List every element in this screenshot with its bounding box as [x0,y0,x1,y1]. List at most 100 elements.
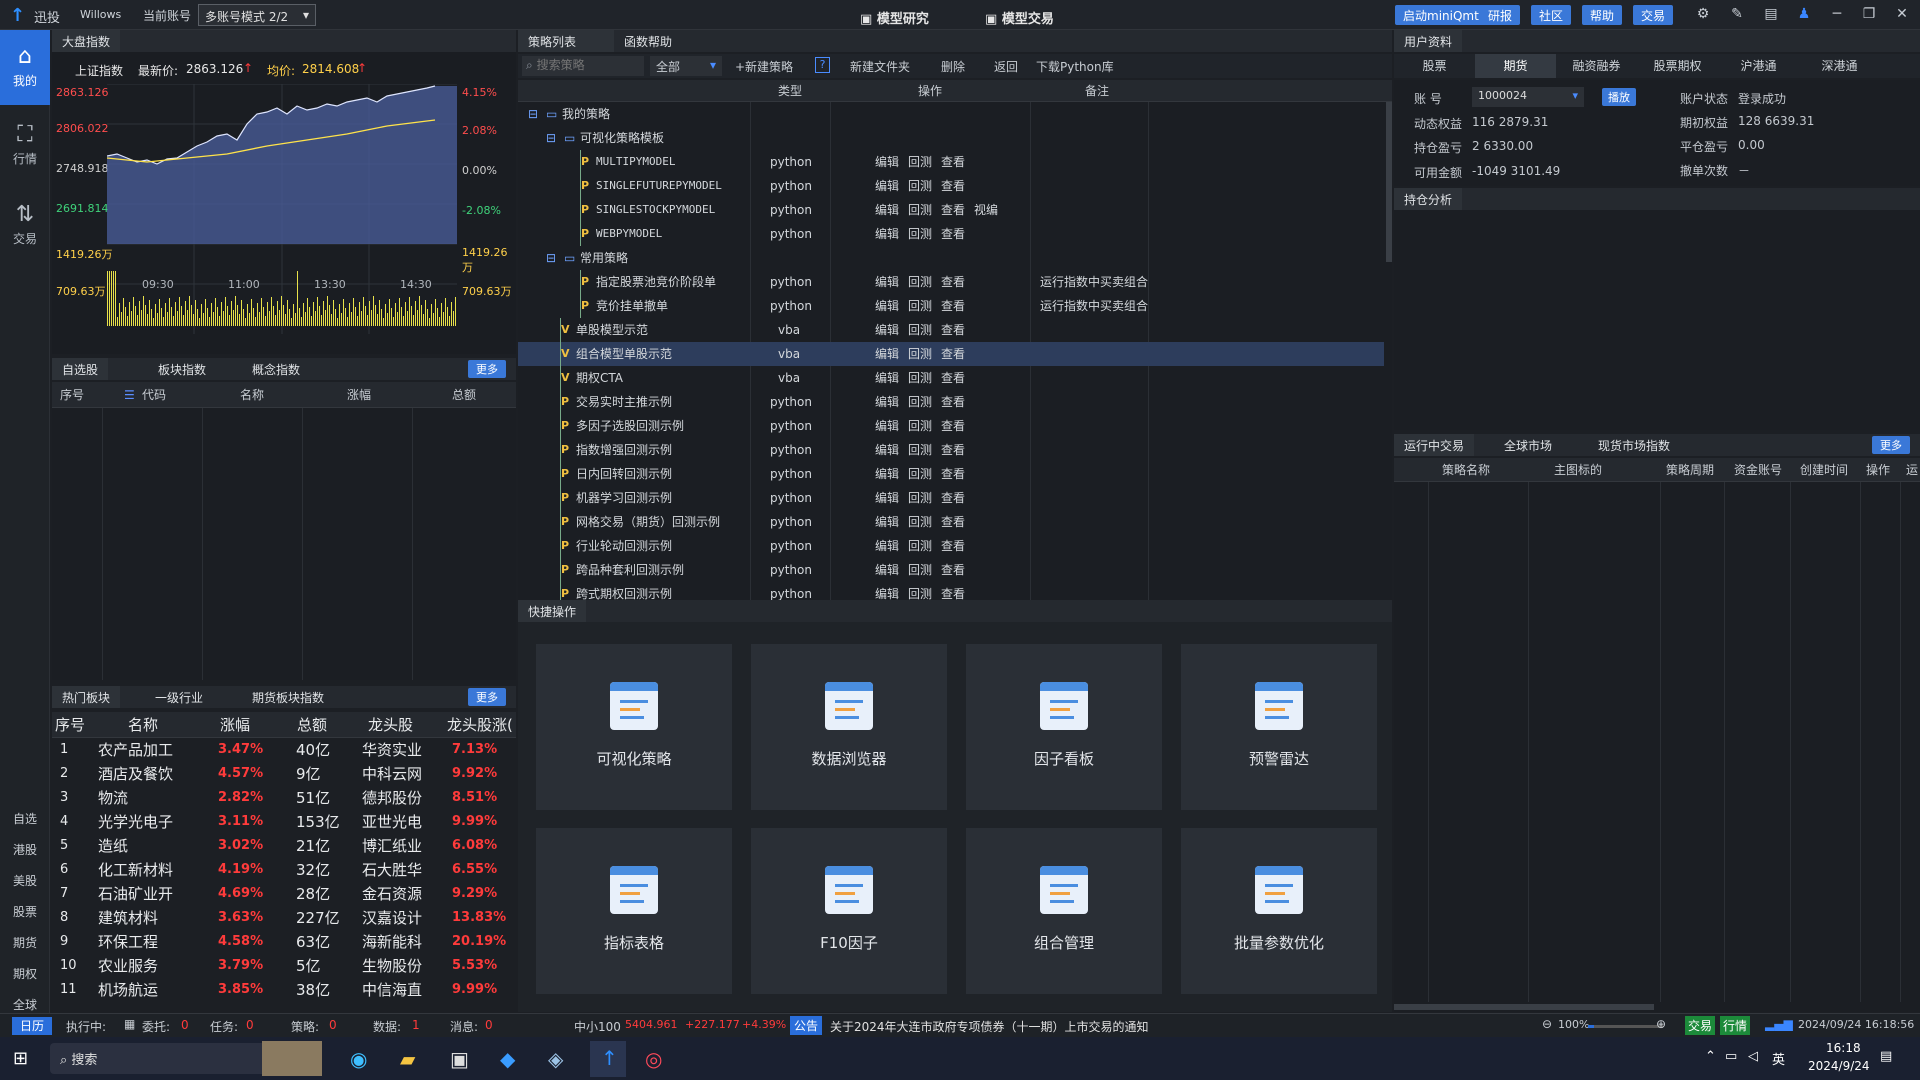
xuntou-taskbar-icon[interactable]: ↑ [590,1041,626,1077]
edit-link[interactable]: 编辑 [875,510,899,534]
nav-futures[interactable]: 期货 [0,934,50,951]
strategy-row[interactable]: V 组合模型单股示范 vba 编辑 回测 查看 [518,342,1384,366]
edit-link[interactable]: 编辑 [875,438,899,462]
col-remark[interactable]: 备注 [1085,80,1109,102]
zoom-slider[interactable] [1588,1025,1663,1028]
hot-col-change[interactable]: 涨幅 [220,712,250,738]
strategy-row[interactable]: V 单股模型示范 vba 编辑 回测 查看 [518,318,1384,342]
indicator-table-tile[interactable]: 指标表格 [536,828,732,994]
nav-watchlist[interactable]: 自选 [0,810,50,827]
hot-table-row[interactable]: 11 机场航运 3.85% 38亿 中信海直 9.99% [52,978,512,1002]
watch-more-button[interactable]: 更多 [468,360,506,378]
backtest-link[interactable]: 回测 [908,150,932,174]
tab-model-research[interactable]: ▣ 模型研究 [860,8,929,27]
collapse-toggle-icon[interactable]: ⊟ [546,126,556,150]
terminal-icon[interactable]: ▣ [450,1047,469,1071]
view-link[interactable]: 查看 [941,366,965,390]
recorder-icon[interactable]: ◎ [645,1047,662,1071]
nav-item-quote[interactable]: ⛶ 行情 [0,122,50,182]
edit-link[interactable]: 编辑 [875,174,899,198]
tab-global-market[interactable]: 全球市场 [1494,434,1562,456]
hot-col-leader-change[interactable]: 龙头股涨( [447,712,513,738]
hot-col-amount[interactable]: 总额 [297,712,327,738]
strategy-row[interactable]: P SINGLESTOCKPYMODEL python 编辑 回测 查看 视编 [518,198,1384,222]
strategy-scrollbar[interactable] [1386,102,1392,262]
tab-level1-industry[interactable]: 一级行业 [145,686,213,708]
strategy-row[interactable]: P MULTIPYMODEL python 编辑 回测 查看 [518,150,1384,174]
edit-link[interactable]: 编辑 [875,342,899,366]
gear-icon[interactable]: ⚙ [1694,6,1712,24]
col-name[interactable]: 名称 [240,382,264,408]
data-browser-tile[interactable]: 数据浏览器 [751,644,947,810]
col-type[interactable]: 类型 [778,80,802,102]
edit-link[interactable]: 编辑 [875,318,899,342]
backtest-link[interactable]: 回测 [908,366,932,390]
nav-options[interactable]: 期权 [0,965,50,982]
strategy-row[interactable]: P 机器学习回测示例 python 编辑 回测 查看 [518,486,1384,510]
f10-factor-tile[interactable]: F10因子 [751,828,947,994]
edit-link[interactable]: 编辑 [875,390,899,414]
entrust-label[interactable]: 委托: [142,1018,170,1035]
tab-position-analysis[interactable]: 持仓分析 [1394,188,1463,210]
backtest-link[interactable]: 回测 [908,534,932,558]
edit-link[interactable]: 编辑 [875,486,899,510]
hot-table-row[interactable]: 1 农产品加工 3.47% 40亿 华资实业 7.13% [52,738,512,762]
col-code[interactable]: 代码 [142,382,166,408]
col-operation[interactable]: 操作 [1866,458,1890,482]
notice-text[interactable]: 关于2024年大连市政府专项债券（十一期）上市交易的通知 [830,1018,1149,1035]
nav-hk-stock[interactable]: 港股 [0,841,50,858]
hot-table-row[interactable]: 5 造纸 3.02% 21亿 博汇纸业 6.08% [52,834,512,858]
hot-table-row[interactable]: 2 酒店及餐饮 4.57% 9亿 中科云网 9.92% [52,762,512,786]
col-change[interactable]: 涨幅 [347,382,371,408]
file-explorer-icon[interactable]: ▰ [400,1047,415,1071]
backtest-link[interactable]: 回测 [908,582,932,600]
backtest-link[interactable]: 回测 [908,510,932,534]
view-link[interactable]: 查看 [941,558,965,582]
edit-link[interactable]: 编辑 [875,558,899,582]
view-link[interactable]: 查看 [941,150,965,174]
edit-link[interactable]: 编辑 [875,462,899,486]
taskbar-date[interactable]: 2024/9/24 [1808,1059,1870,1073]
account-mode-select[interactable]: 多账号模式 2/2 ▾ [198,4,316,26]
nav-us-stock[interactable]: 美股 [0,872,50,889]
strategy-folder-row[interactable]: ⊟ ▭ 我的策略 [518,102,1384,126]
tab-concept-index[interactable]: 概念指数 [242,358,310,380]
notification-icon[interactable]: ▤ [1880,1049,1892,1064]
edit-link[interactable]: 编辑 [875,582,899,600]
volume-icon[interactable]: ◁ [1748,1049,1758,1064]
hot-table-row[interactable]: 7 石油矿业开 4.69% 28亿 金石资源 9.29% [52,882,512,906]
edit-link[interactable]: 编辑 [875,414,899,438]
backtest-link[interactable]: 回测 [908,390,932,414]
strategy-row[interactable]: P WEBPYMODEL python 编辑 回测 查看 [518,222,1384,246]
portfolio-tile[interactable]: 组合管理 [966,828,1162,994]
view-link[interactable]: 查看 [941,294,965,318]
nav-item-trade[interactable]: ⇅ 交易 [0,202,50,262]
collapse-toggle-icon[interactable]: ⊟ [528,102,538,126]
view-link[interactable]: 查看 [941,222,965,246]
strategy-row[interactable]: P 指数增强回测示例 python 编辑 回测 查看 [518,438,1384,462]
back-button[interactable]: 返回 [994,58,1018,75]
backtest-link[interactable]: 回测 [908,462,932,486]
tab-function-help[interactable]: 函数帮助 [614,30,682,52]
sort-icon[interactable]: ☰ [124,382,135,408]
backtest-link[interactable]: 回测 [908,486,932,510]
col-strategy-name[interactable]: 策略名称 [1442,458,1490,482]
backtest-link[interactable]: 回测 [908,438,932,462]
edit-link[interactable]: 编辑 [875,366,899,390]
hot-col-index[interactable]: 序号 [55,712,85,738]
tab-model-trade[interactable]: ▣ 模型交易 [985,8,1054,27]
start-miniqmt-button[interactable]: 启动miniQmt [1395,5,1487,25]
strategy-filter-select[interactable]: 全部 ▾ [650,56,722,76]
view-link[interactable]: 查看 [941,390,965,414]
trade-button[interactable]: 交易 [1633,5,1674,25]
tab-sz-hk[interactable]: 深港通 [1799,54,1880,78]
col-running[interactable]: 运 [1906,458,1918,482]
view-link[interactable]: 查看 [941,342,965,366]
strategy-row[interactable]: V 期权CTA vba 编辑 回测 查看 [518,366,1384,390]
view-link[interactable]: 查看 [941,534,965,558]
shirt-icon[interactable]: ♟ [1795,6,1813,24]
tab-futures[interactable]: 期货 [1475,54,1556,78]
visual-edit-link[interactable]: 视编 [974,198,998,222]
backtest-link[interactable]: 回测 [908,270,932,294]
factor-board-tile[interactable]: 因子看板 [966,644,1162,810]
